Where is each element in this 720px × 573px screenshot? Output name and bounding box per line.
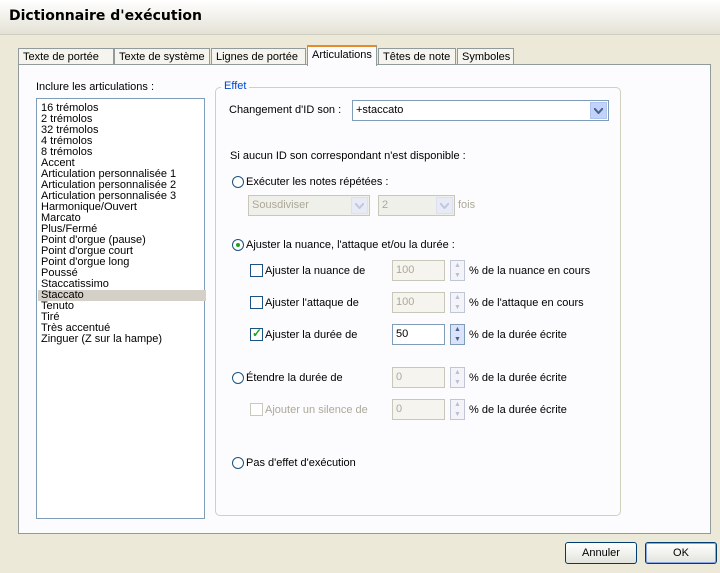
duree-value: 50 <box>396 328 409 340</box>
list-label: Inclure les articulations : <box>36 81 154 93</box>
tab-articulations[interactable]: Articulations <box>307 45 377 66</box>
attaque-input[interactable]: 100 <box>392 292 445 313</box>
silence-value: 0 <box>396 403 403 415</box>
chevron-down-icon[interactable] <box>590 102 607 119</box>
repeat-notes-radio[interactable] <box>232 176 244 188</box>
attaque-suffix: % de l'attaque en cours <box>469 297 584 309</box>
extend-duree-radio[interactable] <box>232 372 244 384</box>
list-item[interactable]: Zinguer (Z sur la hampe) <box>41 334 162 345</box>
add-silence-label: Ajouter un silence de <box>265 404 368 416</box>
adjust-duree-checkbox[interactable]: ✓ <box>250 326 263 341</box>
dialog-window: Dictionnaire d'exécution Texte de portée… <box>0 0 720 573</box>
nuance-spinner[interactable]: ▲ ▼ <box>450 260 465 281</box>
ok-button[interactable]: OK <box>645 542 717 564</box>
nuance-input[interactable]: 100 <box>392 260 445 281</box>
duree-suffix: % de la durée écrite <box>469 329 567 341</box>
extend-duree-label: Étendre la durée de <box>246 372 343 384</box>
chevron-down-icon[interactable] <box>351 197 368 214</box>
extend-spinner[interactable]: ▲ ▼ <box>450 367 465 388</box>
spin-down-icon[interactable]: ▼ <box>451 410 464 420</box>
tab-symboles[interactable]: Symboles <box>457 48 514 65</box>
adjust-nuance-checkbox[interactable] <box>250 264 263 277</box>
extend-suffix: % de la durée écrite <box>469 372 567 384</box>
extend-input[interactable]: 0 <box>392 367 445 388</box>
nuance-suffix: % de la nuance en cours <box>469 265 591 277</box>
spin-up-icon[interactable]: ▲ <box>451 400 464 410</box>
extend-value: 0 <box>396 371 403 383</box>
spin-down-icon[interactable]: ▼ <box>451 303 464 313</box>
spin-down-icon[interactable]: ▼ <box>451 335 464 345</box>
silence-input[interactable]: 0 <box>392 399 445 420</box>
spin-up-icon[interactable]: ▲ <box>451 325 464 335</box>
chevron-down-icon[interactable] <box>436 197 453 214</box>
silence-spinner[interactable]: ▲ ▼ <box>450 399 465 420</box>
spin-up-icon[interactable]: ▲ <box>451 293 464 303</box>
spin-down-icon[interactable]: ▼ <box>451 271 464 281</box>
repeat-mode-dropdown[interactable]: Sousdiviser <box>248 195 370 216</box>
repeat-mode-value: Sousdiviser <box>252 199 309 211</box>
adjust-nuance-label: Ajuster la nuance de <box>265 265 366 277</box>
spin-up-icon[interactable]: ▲ <box>451 261 464 271</box>
sound-id-dropdown[interactable]: +staccato <box>352 100 609 121</box>
no-effect-radio[interactable] <box>232 457 244 469</box>
adjust-attaque-checkbox[interactable] <box>250 296 263 309</box>
window-title: Dictionnaire d'exécution <box>9 8 202 24</box>
repeat-count-value: 2 <box>382 199 389 211</box>
checkmark-icon: ✓ <box>252 326 263 340</box>
repeat-count-dropdown[interactable]: 2 <box>378 195 455 216</box>
adjust-label: Ajuster la nuance, l'attaque et/ou la du… <box>246 239 455 251</box>
attaque-spinner[interactable]: ▲ ▼ <box>450 292 465 313</box>
effet-group-title: Effet <box>221 80 250 92</box>
articulations-listbox[interactable]: 16 trémolos 2 trémolos 32 trémolos 4 tré… <box>36 98 206 519</box>
title-bar[interactable]: Dictionnaire d'exécution <box>0 0 720 35</box>
tab-lignes-de-portee[interactable]: Lignes de portée <box>211 48 306 65</box>
no-effect-label: Pas d'effet d'exécution <box>246 457 356 469</box>
duree-input[interactable]: 50 <box>392 324 445 345</box>
tab-texte-de-systeme[interactable]: Texte de système <box>114 48 210 65</box>
tab-texte-de-portee[interactable]: Texte de portée <box>18 48 114 65</box>
cancel-button[interactable]: Annuler <box>565 542 637 564</box>
fallback-note: Si aucun ID son correspondant n'est disp… <box>230 150 466 162</box>
attaque-value: 100 <box>396 296 415 308</box>
duree-spinner[interactable]: ▲ ▼ <box>450 324 465 345</box>
add-silence-checkbox[interactable] <box>250 403 263 416</box>
adjust-radio[interactable] <box>232 239 244 251</box>
spin-down-icon[interactable]: ▼ <box>451 378 464 388</box>
change-id-label: Changement d'ID son : <box>229 104 342 116</box>
adjust-attaque-label: Ajuster l'attaque de <box>265 297 359 309</box>
sound-id-value: +staccato <box>356 104 404 116</box>
tab-tetes-de-note[interactable]: Têtes de note <box>378 48 456 65</box>
nuance-value: 100 <box>396 264 415 276</box>
adjust-duree-label: Ajuster la durée de <box>265 329 358 341</box>
repeat-notes-label: Exécuter les notes répétées : <box>246 176 389 188</box>
spin-up-icon[interactable]: ▲ <box>451 368 464 378</box>
silence-suffix: % de la durée écrite <box>469 404 567 416</box>
repeat-suffix: fois <box>458 199 476 211</box>
